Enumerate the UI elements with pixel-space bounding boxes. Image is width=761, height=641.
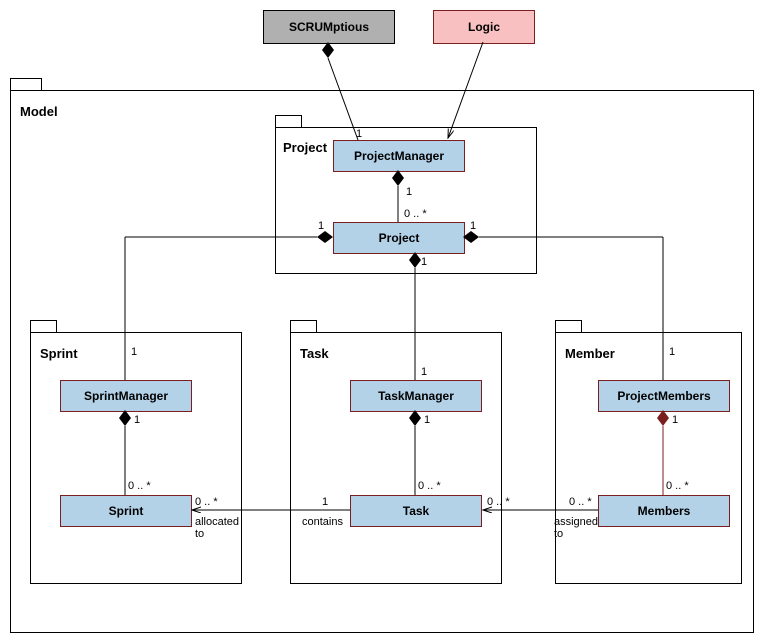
sprint-class: Sprint <box>60 495 192 527</box>
mult-task-top: 0 .. * <box>418 480 441 492</box>
mult-project-right: 1 <box>470 220 476 232</box>
projectmembers-class: ProjectMembers <box>598 380 730 412</box>
member-pkg-title: Member <box>565 346 615 361</box>
sprint-pkg-title: Sprint <box>40 346 78 361</box>
task-pkg <box>290 332 502 584</box>
scrumptious-box: SCRUMptious <box>263 10 395 44</box>
sprintmanager-class: SprintManager <box>60 380 192 412</box>
mult-spman-top: 1 <box>131 346 137 358</box>
model-pkg-title: Model <box>20 104 58 119</box>
project-class: Project <box>333 222 465 254</box>
members-class: Members <box>598 495 730 527</box>
member-pkg <box>555 332 742 584</box>
mult-sprint-right: 0 .. * <box>195 496 218 508</box>
taskmanager-class: TaskManager <box>350 380 482 412</box>
mult-members-left: 0 .. * <box>569 496 592 508</box>
lbl-allocated: allocated to <box>195 516 239 540</box>
mult-pm-top: 1 <box>356 128 362 140</box>
mult-projmem-top: 1 <box>669 346 675 358</box>
mult-sprint-top: 0 .. * <box>128 480 151 492</box>
lbl-contains: contains <box>302 516 343 528</box>
lbl-assigned: assigned to <box>554 516 598 540</box>
task-pkg-title: Task <box>300 346 329 361</box>
logic-box: Logic <box>433 10 535 44</box>
mult-taskman-b: 1 <box>424 414 430 426</box>
mult-spman-b: 1 <box>134 414 140 426</box>
mult-project-down: 1 <box>421 256 427 268</box>
mult-taskman-top: 1 <box>421 366 427 378</box>
task-class: Task <box>350 495 482 527</box>
mult-task-right: 0 .. * <box>487 496 510 508</box>
mult-pm-bottom: 1 <box>406 186 412 198</box>
sprint-pkg <box>30 332 242 584</box>
mult-project-top: 0 .. * <box>404 208 427 220</box>
project-pkg-title: Project <box>283 140 327 155</box>
mult-task-left: 1 <box>322 496 328 508</box>
mult-members-top: 0 .. * <box>666 480 689 492</box>
projectmanager-class: ProjectManager <box>333 140 465 172</box>
mult-projmem-b: 1 <box>672 414 678 426</box>
mult-project-left: 1 <box>318 220 324 232</box>
